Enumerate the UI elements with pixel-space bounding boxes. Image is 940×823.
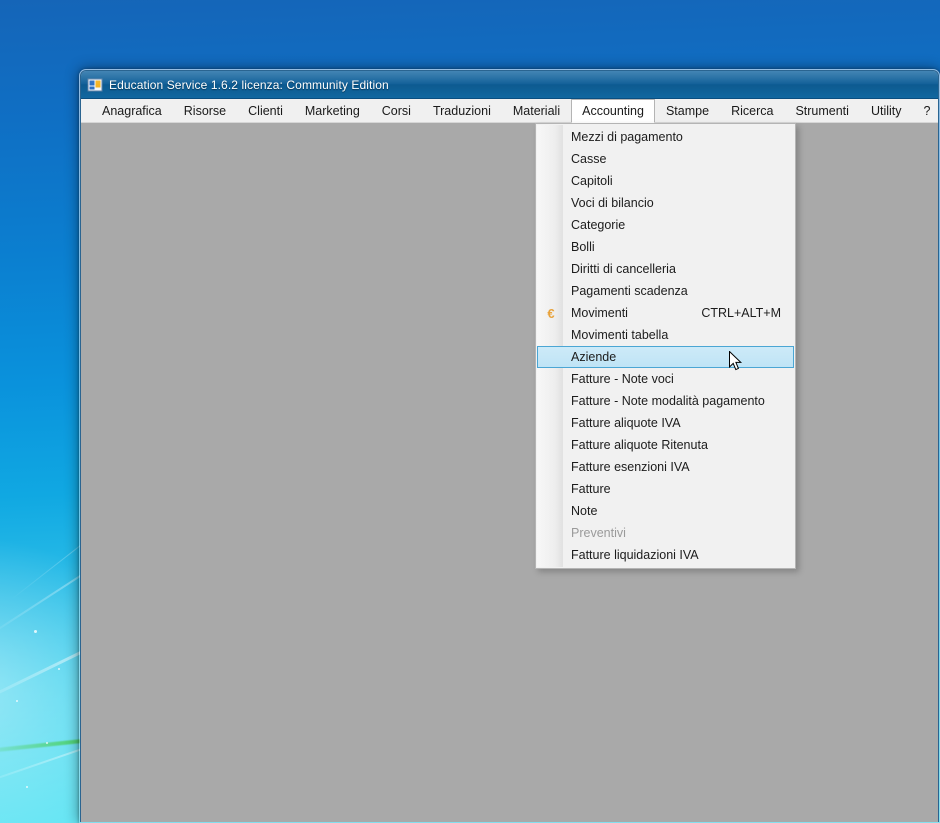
menu-top-label: Stampe <box>665 104 710 118</box>
menu-item-pagamenti-scadenza[interactable]: Pagamenti scadenza <box>537 280 794 302</box>
menu-strumenti[interactable]: Strumenti <box>784 99 860 122</box>
menu-item-label: Pagamenti scadenza <box>571 284 688 298</box>
menu-top-label: Utility <box>870 104 902 118</box>
menu-item-label: Fatture aliquote IVA <box>571 416 681 430</box>
application-window: Education Service 1.6.2 licenza: Communi… <box>79 69 940 823</box>
menu-bar: Anagrafica Risorse Clienti Marketing Corsi Tr… <box>81 99 938 123</box>
menu-top-label: Corsi <box>381 104 411 118</box>
menu-materiali[interactable]: Materiali <box>502 99 571 122</box>
mdi-client-area <box>81 123 938 822</box>
menu-item-label: Movimenti tabella <box>571 328 669 342</box>
menu-item-shortcut: CTRL+ALT+M <box>701 306 781 320</box>
menu-item-mezzi-di-pagamento[interactable]: Mezzi di pagamento <box>537 126 794 148</box>
menu-item-list: Mezzi di pagamento Casse Capitoli Voci di b… <box>536 126 795 566</box>
menu-item-fatture-aliquote-ritenuta[interactable]: Fatture aliquote Ritenuta <box>537 434 794 456</box>
menu-item-capitoli[interactable]: Capitoli <box>537 170 794 192</box>
menu-item-label: Movimenti <box>571 306 628 320</box>
accounting-dropdown-menu: Mezzi di pagamento Casse Capitoli Voci di b… <box>535 123 796 569</box>
menu-item-casse[interactable]: Casse <box>537 148 794 170</box>
euro-icon: € <box>547 305 555 321</box>
menu-risorse[interactable]: Risorse <box>173 99 237 122</box>
menu-item-diritti-di-cancelleria[interactable]: Diritti di cancelleria <box>537 258 794 280</box>
menu-corsi[interactable]: Corsi <box>371 99 422 122</box>
menu-item-fatture-aliquote-iva[interactable]: Fatture aliquote IVA <box>537 412 794 434</box>
menu-top-label: Traduzioni <box>432 104 491 118</box>
sparkle-decoration <box>16 700 18 702</box>
menu-traduzioni[interactable]: Traduzioni <box>422 99 502 122</box>
menu-top-label: Anagrafica <box>102 104 162 118</box>
menu-top-label: Materiali <box>512 104 561 118</box>
menu-item-label: Mezzi di pagamento <box>571 130 683 144</box>
menu-item-label: Note <box>571 504 598 518</box>
title-bar[interactable]: Education Service 1.6.2 licenza: Communi… <box>81 71 938 99</box>
menu-item-categorie[interactable]: Categorie <box>537 214 794 236</box>
menu-item-movimenti-tabella[interactable]: Movimenti tabella <box>537 324 794 346</box>
menu-marketing[interactable]: Marketing <box>294 99 371 122</box>
menu-item-label: Fatture liquidazioni IVA <box>571 548 699 562</box>
menu-item-fatture[interactable]: Fatture <box>537 478 794 500</box>
menu-item-fatture-note-modalita-pagamento[interactable]: Fatture - Note modalità pagamento <box>537 390 794 412</box>
window-title: Education Service 1.6.2 licenza: Communi… <box>109 77 389 92</box>
menu-item-voci-di-bilancio[interactable]: Voci di bilancio <box>537 192 794 214</box>
menu-item-label: Voci di bilancio <box>571 196 654 210</box>
menu-item-label: Fatture aliquote Ritenuta <box>571 438 708 452</box>
menu-item-label: Aziende <box>571 350 617 364</box>
menu-top-label: Risorse <box>183 104 227 118</box>
menu-item-aziende[interactable]: Aziende <box>537 346 794 368</box>
sparkle-decoration <box>58 668 60 670</box>
sparkle-decoration <box>46 742 48 744</box>
menu-item-label: Diritti di cancelleria <box>571 262 676 276</box>
menu-anagrafica[interactable]: Anagrafica <box>91 99 173 122</box>
menu-top-label: ? <box>923 104 931 118</box>
menu-accounting[interactable]: Accounting <box>571 99 655 123</box>
menu-item-note[interactable]: Note <box>537 500 794 522</box>
menu-item-label: Fatture - Note modalità pagamento <box>571 394 765 408</box>
menu-top-label: Strumenti <box>795 104 849 118</box>
menu-ricerca[interactable]: Ricerca <box>720 99 784 122</box>
menu-item-preventivi: Preventivi <box>537 522 794 544</box>
menu-item-label: Preventivi <box>571 526 626 540</box>
window-frame: Education Service 1.6.2 licenza: Communi… <box>80 70 939 822</box>
menu-item-label: Casse <box>571 152 607 166</box>
menu-utility[interactable]: Utility <box>860 99 913 122</box>
menu-stampe[interactable]: Stampe <box>655 99 720 122</box>
menu-item-movimenti[interactable]: € Movimenti CTRL+ALT+M <box>537 302 794 324</box>
menu-item-bolli[interactable]: Bolli <box>537 236 794 258</box>
menu-item-label: Fatture <box>571 482 611 496</box>
menu-top-label: Clienti <box>248 104 283 118</box>
menu-top-label: Ricerca <box>731 104 774 118</box>
menu-item-fatture-liquidazioni-iva[interactable]: Fatture liquidazioni IVA <box>537 544 794 566</box>
menu-help[interactable]: ? <box>913 99 939 122</box>
menu-item-fatture-note-voci[interactable]: Fatture - Note voci <box>537 368 794 390</box>
menu-item-label: Capitoli <box>571 174 613 188</box>
menu-item-label: Fatture - Note voci <box>571 372 674 386</box>
vb-forms-app-icon <box>87 77 103 93</box>
menu-top-label: Accounting <box>582 104 644 118</box>
sparkle-decoration <box>26 786 28 788</box>
menu-item-label: Fatture esenzioni IVA <box>571 460 690 474</box>
menu-top-label: Marketing <box>304 104 360 118</box>
sparkle-decoration <box>34 630 37 633</box>
menu-item-label: Categorie <box>571 218 626 232</box>
menu-item-label: Bolli <box>571 240 595 254</box>
menu-clienti[interactable]: Clienti <box>237 99 294 122</box>
menu-item-fatture-esenzioni-iva[interactable]: Fatture esenzioni IVA <box>537 456 794 478</box>
